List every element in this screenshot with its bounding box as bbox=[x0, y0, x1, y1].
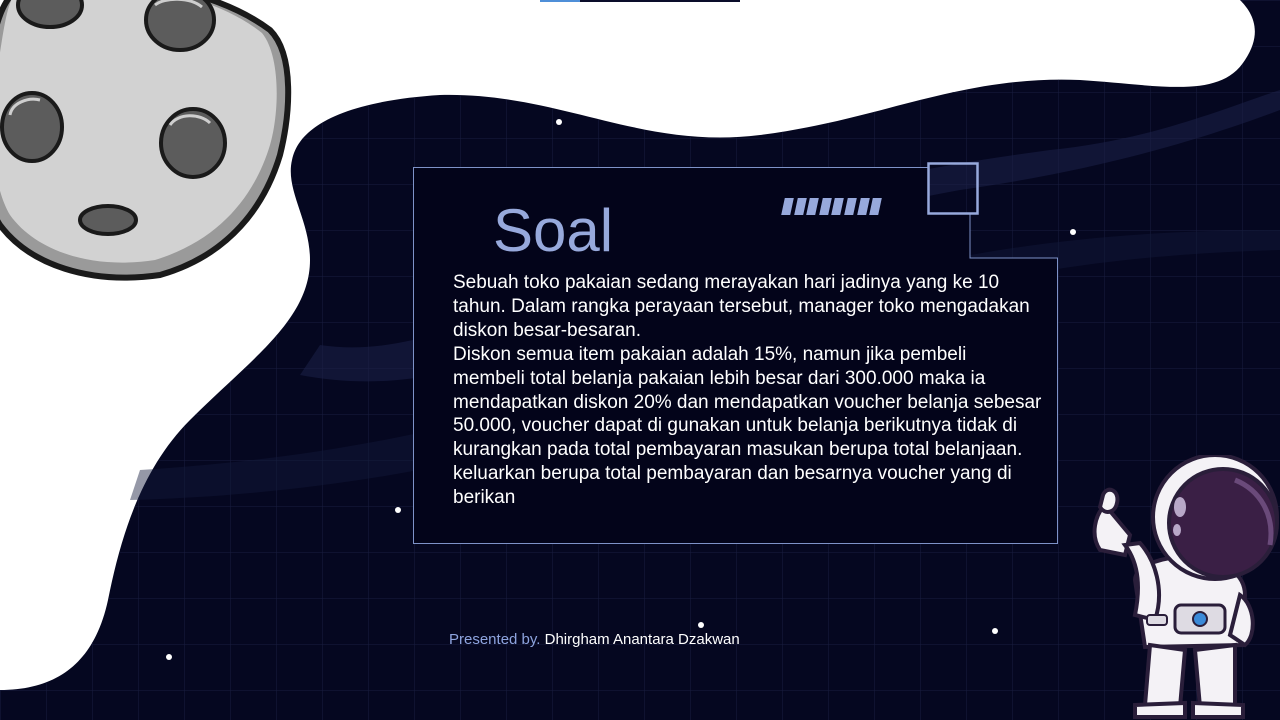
progress-fill bbox=[540, 0, 580, 2]
paragraph: Sebuah toko pakaian sedang merayakan har… bbox=[453, 272, 1030, 341]
question-text: Sebuah toko pakaian sedang merayakan har… bbox=[453, 271, 1043, 510]
astronaut-illustration bbox=[1092, 455, 1279, 719]
moon-illustration bbox=[0, 0, 292, 281]
presenter-name: Dhirgham Anantara Dzakwan bbox=[544, 631, 740, 648]
question-card: Soal Sebuah toko pakaian sedang merayaka… bbox=[413, 162, 1058, 544]
paragraph: Diskon semua item pakaian adalah 15%, na… bbox=[453, 343, 1042, 461]
slide-title: Soal bbox=[493, 197, 614, 264]
presenter-credit: Presented by. Dhirgham Anantara Dzakwan bbox=[449, 631, 740, 648]
slide: Soal Sebuah toko pakaian sedang merayaka… bbox=[0, 0, 1280, 720]
progress-bar bbox=[540, 0, 740, 2]
paragraph: keluarkan berupa total pembayaran dan be… bbox=[453, 463, 1012, 509]
stripes-icon bbox=[781, 198, 882, 215]
presenter-label: Presented by. bbox=[449, 631, 541, 648]
